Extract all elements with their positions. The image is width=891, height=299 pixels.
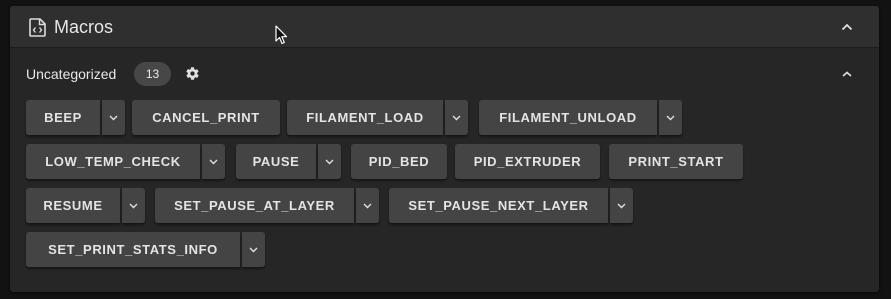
macro-count-badge: 13 [134, 62, 171, 86]
macro-button-filament-load[interactable]: FILAMENT_LOAD [287, 100, 443, 135]
macro-button-filament-unload[interactable]: FILAMENT_UNLOAD [479, 100, 657, 135]
macro-button-pid-bed[interactable]: PID_BED [351, 144, 447, 179]
macro-button-pause[interactable]: PAUSE [236, 144, 316, 179]
macro-group-resume: RESUME [26, 188, 145, 223]
macro-group-pause: PAUSE [236, 144, 341, 179]
macro-button-resume[interactable]: RESUME [26, 188, 120, 223]
chevron-down-icon [209, 159, 218, 165]
macro-group-cancel-print: CANCEL_PRINT [132, 100, 280, 135]
macro-button-print-start[interactable]: PRINT_START [609, 144, 743, 179]
chevron-down-icon [452, 115, 461, 121]
macro-group-low-temp-check: LOW_TEMP_CHECK [26, 144, 225, 179]
macro-group-set-print-stats-info: SET_PRINT_STATS_INFO [26, 232, 265, 267]
macro-button-set-print-stats-info[interactable]: SET_PRINT_STATS_INFO [26, 232, 240, 267]
macro-group-beep: BEEP [26, 100, 125, 135]
macro-group-set-pause-at-layer: SET_PAUSE_AT_LAYER [155, 188, 379, 223]
macro-dropdown-low-temp-check[interactable] [202, 144, 225, 179]
macro-button-cancel-print[interactable]: CANCEL_PRINT [132, 100, 280, 135]
macro-dropdown-set-pause-next-layer[interactable] [610, 188, 633, 223]
panel-header[interactable]: Macros [10, 6, 879, 48]
macro-dropdown-set-print-stats-info[interactable] [242, 232, 265, 267]
mouse-cursor-icon [275, 25, 288, 45]
macro-button-set-pause-next-layer[interactable]: SET_PAUSE_NEXT_LAYER [389, 188, 608, 223]
file-code-icon [29, 18, 46, 37]
chevron-down-icon [617, 203, 626, 209]
macro-group-filament-load: FILAMENT_LOAD [287, 100, 468, 135]
macro-group-pid-bed: PID_BED [351, 144, 447, 179]
macro-dropdown-pause[interactable] [318, 144, 341, 179]
macro-dropdown-beep[interactable] [102, 100, 125, 135]
chevron-down-icon [109, 115, 118, 121]
macro-dropdown-set-pause-at-layer[interactable] [356, 188, 379, 223]
macro-group-filament-unload: FILAMENT_UNLOAD [479, 100, 682, 135]
macros-panel: Macros Uncategorized 13 BEEP CANCEL_PRIN… [10, 6, 879, 292]
macro-dropdown-resume[interactable] [122, 188, 145, 223]
chevron-down-icon [129, 203, 138, 209]
macro-dropdown-filament-load[interactable] [445, 100, 468, 135]
macro-group-print-start: PRINT_START [609, 144, 743, 179]
panel-title: Macros [54, 17, 114, 37]
macro-button-low-temp-check[interactable]: LOW_TEMP_CHECK [26, 144, 200, 179]
macro-button-beep[interactable]: BEEP [26, 100, 100, 135]
macro-group-set-pause-next-layer: SET_PAUSE_NEXT_LAYER [389, 188, 633, 223]
macro-button-set-pause-at-layer[interactable]: SET_PAUSE_AT_LAYER [155, 188, 354, 223]
gear-icon[interactable] [185, 66, 200, 81]
macro-group-pid-extruder: PID_EXTRUDER [455, 144, 600, 179]
chevron-down-icon [249, 247, 258, 253]
collapse-group-chevron-up-icon[interactable] [841, 70, 853, 78]
chevron-down-icon [325, 159, 334, 165]
macro-button-pid-extruder[interactable]: PID_EXTRUDER [455, 144, 600, 179]
group-label: Uncategorized [26, 66, 117, 82]
chevron-down-icon [363, 203, 372, 209]
collapse-panel-chevron-up-icon[interactable] [841, 23, 853, 31]
chevron-down-icon [666, 115, 675, 121]
macro-dropdown-filament-unload[interactable] [659, 100, 682, 135]
